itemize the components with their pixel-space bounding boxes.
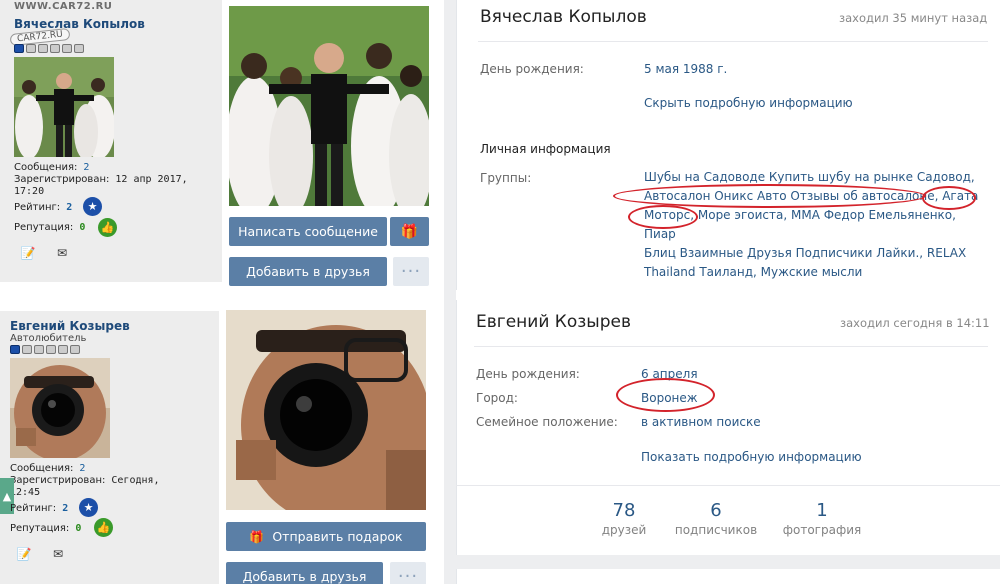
- rank-star-icon: [22, 345, 32, 354]
- reputation-stat-2: Репутация: 0: [10, 523, 82, 534]
- rank-star-icon: [26, 44, 36, 53]
- show-details-link[interactable]: Показать подробную информацию: [641, 450, 862, 464]
- profile-name-1: Вячеслав Копылов: [480, 7, 647, 27]
- write-message-button[interactable]: Написать сообщение: [229, 217, 387, 246]
- forum-user-rank-2: Автолюбитель: [10, 333, 87, 344]
- messages-count-1[interactable]: 2: [83, 162, 89, 173]
- reputation-stat-1: Репутация: 0: [14, 222, 86, 233]
- photos-counter[interactable]: 1 фотография: [772, 500, 872, 537]
- birthday-value-1[interactable]: 5 мая 1988 г.: [644, 62, 727, 76]
- family-status-value[interactable]: в активном поиске: [641, 415, 761, 429]
- thumbs-up-icon[interactable]: 👍: [98, 218, 117, 237]
- gift-icon: 🎁: [249, 529, 265, 544]
- rating-stat-1: Рейтинг: 2: [14, 202, 73, 213]
- registered-stat-2: Зарегистрирован: Сегодня,: [10, 475, 160, 486]
- thumbs-up-icon[interactable]: 👍: [94, 518, 113, 537]
- add-friend-button-2[interactable]: Добавить в друзья: [226, 562, 383, 584]
- forum-user-name-2[interactable]: Евгений Козырев: [10, 319, 130, 333]
- page-background-strip: [456, 555, 1000, 569]
- rank-star-icon: [58, 345, 68, 354]
- annotation-oval: [628, 205, 698, 229]
- followers-counter[interactable]: 6 подписчиков: [666, 500, 766, 537]
- online-status-2: заходил сегодня в 14:11: [840, 316, 990, 330]
- page-background-strip: [444, 0, 456, 584]
- rank-stars-2: [10, 345, 80, 354]
- envelope-icon[interactable]: ✉: [54, 246, 70, 260]
- family-status-label: Семейное положение:: [476, 415, 618, 429]
- rank-star-icon: [46, 345, 56, 354]
- send-gift-button[interactable]: 🎁 Отправить подарок: [226, 522, 426, 551]
- profile-name-2: Евгений Козырев: [476, 312, 631, 332]
- add-friend-button-1[interactable]: Добавить в друзья: [229, 257, 387, 286]
- rank-star-icon: [10, 345, 20, 354]
- messages-stat-2: Сообщения: 2: [10, 463, 86, 474]
- vk-profile-photo-1[interactable]: [229, 6, 429, 206]
- more-actions-button-1[interactable]: ···: [393, 257, 429, 286]
- envelope-icon[interactable]: ✉: [50, 547, 66, 561]
- more-actions-button-2[interactable]: ···: [390, 562, 426, 584]
- divider: [474, 346, 988, 347]
- groups-line[interactable]: Thailand Таиланд, Мужские мысли: [644, 263, 984, 282]
- rating-stat-2: Рейтинг: 2: [10, 503, 69, 514]
- messages-stat-1: Сообщения: 2: [14, 162, 90, 173]
- messages-count-2[interactable]: 2: [79, 463, 85, 474]
- rank-star-icon: [70, 345, 80, 354]
- rank-star-icon: [34, 345, 44, 354]
- online-status-1: заходил 35 минут назад: [839, 11, 988, 25]
- friends-counter[interactable]: 78 друзей: [584, 500, 664, 537]
- birthday-label-2: День рождения:: [476, 367, 580, 381]
- profile-card-icon[interactable]: 📝: [16, 547, 32, 561]
- city-label: Город:: [476, 391, 518, 405]
- personal-info-heading: Личная информация: [480, 142, 611, 156]
- profile-card-icon[interactable]: 📝: [20, 246, 36, 260]
- vk-profile-photo-2[interactable]: [226, 310, 426, 510]
- rank-stars-1: [14, 44, 84, 53]
- rating-star-icon[interactable]: ★: [83, 197, 102, 216]
- vk-next-card: [456, 569, 1000, 584]
- rank-star-icon: [74, 44, 84, 53]
- watermark-text: WWW.CAR72.RU: [14, 1, 113, 12]
- registered-stat-1: Зарегистрирован: 12 апр 2017,: [14, 174, 188, 185]
- birthday-label-1: День рождения:: [480, 62, 584, 76]
- annotation-oval: [922, 186, 976, 210]
- rank-star-icon: [50, 44, 60, 53]
- gift-icon-button[interactable]: 🎁: [390, 217, 429, 246]
- registered-time-1: 17:20: [14, 186, 45, 197]
- rating-star-icon[interactable]: ★: [79, 498, 98, 517]
- rank-star-icon: [62, 44, 72, 53]
- rank-star-icon: [14, 44, 24, 53]
- hide-details-link[interactable]: Скрыть подробную информацию: [644, 96, 853, 110]
- annotation-oval: [616, 378, 715, 412]
- send-gift-label: Отправить подарок: [272, 529, 403, 544]
- divider: [478, 41, 988, 42]
- forum-user-name-1[interactable]: Вячеслав Копылов: [14, 17, 145, 31]
- groups-label: Группы:: [480, 171, 532, 185]
- registered-time-2: 12:45: [10, 487, 41, 498]
- divider: [456, 485, 1000, 486]
- groups-line[interactable]: Блиц Взаимные Друзья Подписчики Лайки., …: [644, 244, 984, 263]
- forum-avatar-1: [14, 57, 114, 157]
- forum-avatar-2: [10, 358, 110, 458]
- rank-star-icon: [38, 44, 48, 53]
